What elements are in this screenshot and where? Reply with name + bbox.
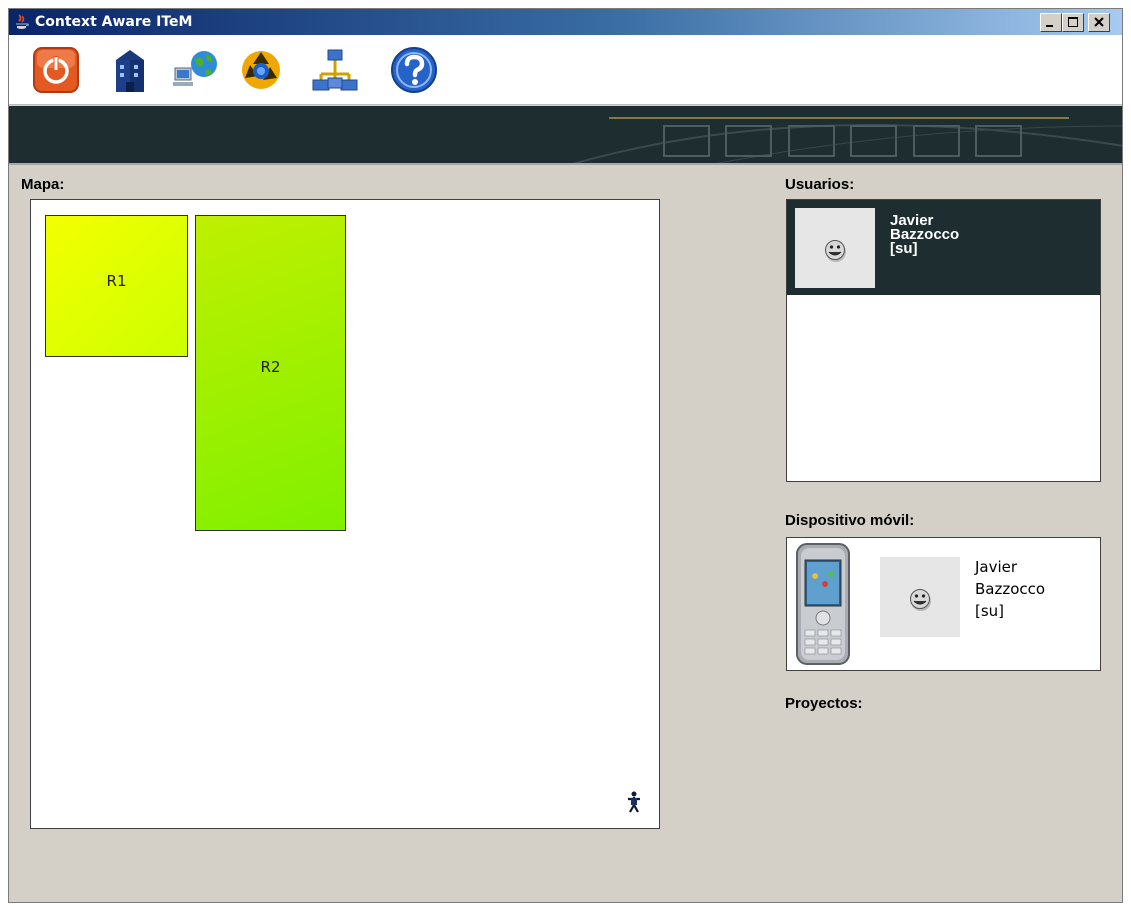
header-banner — [9, 106, 1122, 165]
device-user-first-name: Javier — [975, 558, 1018, 576]
users-label: Usuarios: — [785, 176, 855, 193]
user-role: [su] — [890, 240, 918, 257]
window-title: Context Aware ITeM — [35, 14, 193, 30]
users-list: Javier Bazzocco [su] — [786, 199, 1101, 482]
app-window: Context Aware ITeM Mapa: R1 R2 Usuarios:… — [8, 8, 1123, 903]
avatar — [795, 208, 875, 288]
minimize-icon — [1046, 25, 1053, 27]
java-coffee-icon — [16, 14, 29, 29]
room-label: R2 — [260, 358, 281, 376]
maximize-button[interactable] — [1062, 13, 1084, 32]
close-button[interactable] — [1088, 13, 1110, 32]
help-button[interactable] — [388, 44, 440, 96]
smiley-icon — [910, 589, 931, 611]
maximize-icon — [1068, 17, 1078, 27]
user-last-name: Bazzocco — [890, 226, 960, 243]
building-button[interactable] — [104, 44, 156, 96]
device-label: Dispositivo móvil: — [785, 512, 915, 529]
user-list-item[interactable]: Javier Bazzocco [su] — [787, 200, 1100, 295]
title-bar[interactable]: Context Aware ITeM — [9, 9, 1122, 35]
smiley-icon — [825, 240, 846, 262]
banner-decoration — [572, 117, 1122, 163]
sync-cycle-button[interactable] — [235, 44, 287, 96]
room-label: R1 — [106, 272, 127, 290]
avatar — [880, 557, 960, 637]
sync-cycle-icon — [242, 51, 280, 89]
device-user-name: Javier Bazzocco [su] — [975, 556, 1095, 622]
user-name: Javier Bazzocco [su] — [890, 213, 1090, 257]
device-user-role: [su] — [975, 602, 1005, 620]
map-label: Mapa: — [21, 176, 65, 193]
network-globe-button[interactable] — [171, 44, 223, 96]
person-icon[interactable] — [626, 791, 642, 813]
toolbar — [9, 35, 1122, 105]
projects-label: Proyectos: — [785, 695, 863, 712]
minimize-button[interactable] — [1040, 13, 1062, 32]
power-button[interactable] — [30, 44, 82, 96]
close-icon — [1094, 17, 1104, 27]
mobile-device-card[interactable]: Javier Bazzocco [su] — [786, 537, 1101, 671]
room-r2[interactable]: R2 — [195, 215, 346, 531]
network-nodes-icon — [312, 49, 358, 91]
help-icon — [391, 47, 437, 93]
network-globe-icon — [173, 51, 217, 86]
building-icon — [116, 50, 144, 92]
map-canvas[interactable]: R1 R2 — [30, 199, 660, 829]
room-r1[interactable]: R1 — [45, 215, 188, 357]
device-user-last-name: Bazzocco — [975, 580, 1046, 598]
power-icon — [33, 47, 79, 93]
mobile-phone-icon — [796, 543, 850, 665]
network-nodes-button[interactable] — [309, 44, 361, 96]
